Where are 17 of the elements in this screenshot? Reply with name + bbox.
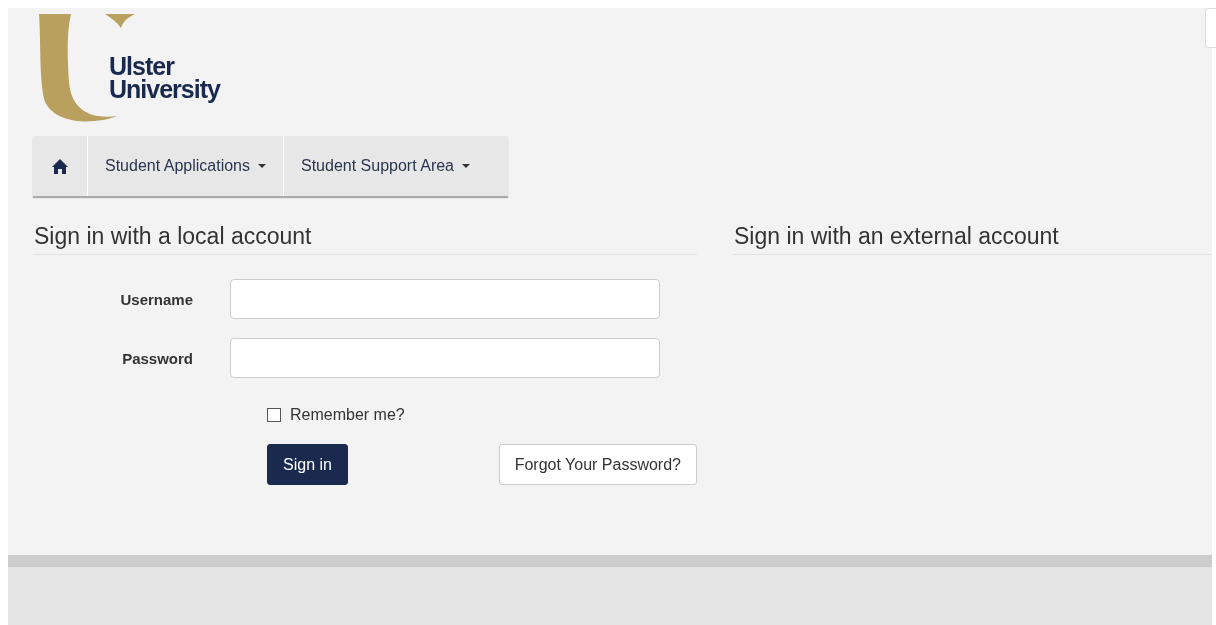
forgot-password-button[interactable]: Forgot Your Password? (498, 444, 697, 485)
checkbox[interactable] (267, 408, 281, 422)
caret-icon (462, 164, 470, 168)
home-icon (52, 158, 68, 174)
input-field[interactable] (230, 279, 660, 319)
logo-text: Ulster (109, 55, 174, 78)
input-field[interactable] (230, 338, 660, 378)
nav-menu-item[interactable]: Student Applications (87, 136, 283, 196)
section-heading: Sign in with an external account (733, 223, 1212, 255)
field-label: Password (121, 349, 194, 367)
logo-text: University (109, 78, 220, 101)
field-label: Username (119, 290, 194, 308)
nav-menu-item[interactable]: Student Support Area (283, 136, 487, 196)
checkbox-label: Remember me? (290, 406, 405, 424)
section-heading: Sign in with a local account (33, 223, 697, 255)
sign-in-button[interactable]: Sign in (267, 444, 348, 485)
caret-icon (258, 164, 266, 168)
